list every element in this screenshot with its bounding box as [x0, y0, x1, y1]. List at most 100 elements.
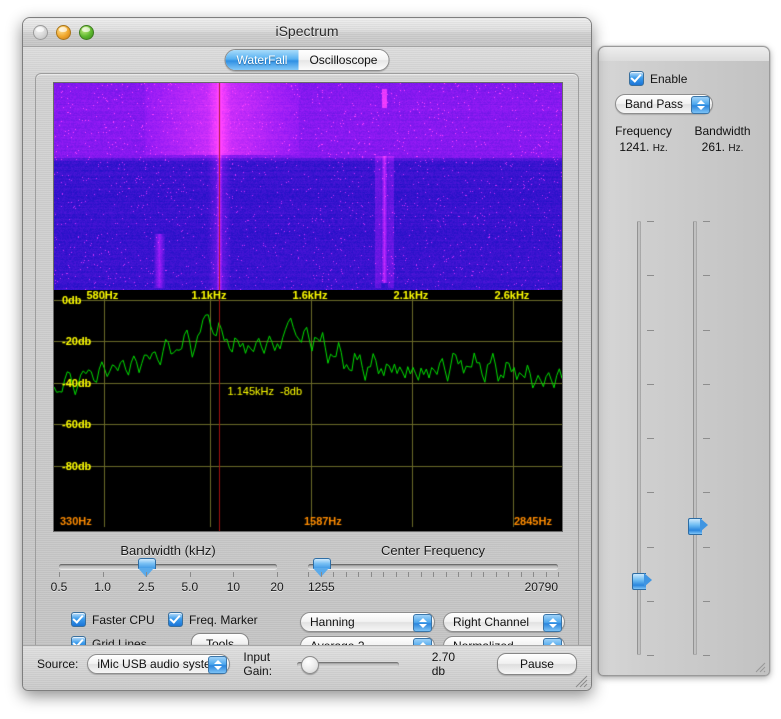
center-frequency-slider-title: Center Frequency: [308, 543, 558, 558]
slider-ticks: [647, 221, 657, 655]
tick: [233, 572, 234, 577]
tick: [703, 492, 710, 493]
filter-enable-label: Enable: [650, 72, 687, 86]
waterfall-plot[interactable]: [54, 83, 562, 290]
spectrum-plot[interactable]: [54, 290, 562, 531]
source-popup[interactable]: iMic USB audio syster: [87, 654, 230, 674]
tick: [703, 330, 710, 331]
filter-frequency-unit: Hz.: [653, 143, 668, 154]
tick: [546, 572, 547, 577]
window-title: iSpectrum: [23, 23, 591, 39]
filter-frequency-title: Frequency: [607, 124, 680, 138]
checkbox-freq-marker[interactable]: Freq. Marker: [168, 612, 258, 627]
slider-track[interactable]: [693, 221, 697, 655]
input-gain-label: Input Gain:: [243, 650, 287, 678]
tick: [647, 330, 654, 331]
bandwidth-slider-ticks: [59, 572, 277, 579]
filter-vertical-sliders: [599, 217, 769, 659]
source-value: iMic USB audio syster: [97, 657, 214, 671]
tick: [647, 601, 654, 602]
tick: [446, 572, 447, 577]
tick: [433, 572, 434, 577]
filter-window: Enable Band Pass Frequency 1241. Hz. Ban…: [598, 46, 770, 676]
tick: [483, 572, 484, 577]
filter-bandwidth-value: 261. Hz.: [686, 140, 759, 154]
bandwidth-tick-label: 10: [227, 580, 240, 594]
tab-group: WaterFall Oscilloscope: [225, 49, 390, 71]
source-label: Source:: [37, 657, 78, 671]
tick: [647, 221, 654, 222]
input-gain-knob[interactable]: [301, 656, 319, 674]
bandwidth-slider-labels: 0.51.02.55.01020: [59, 580, 277, 595]
tick: [471, 572, 472, 577]
filter-bandwidth-title: Bandwidth: [686, 124, 759, 138]
freq-marker-checkbox[interactable]: [168, 612, 183, 627]
window-titlebar[interactable]: iSpectrum: [23, 18, 591, 47]
bandwidth-tick-label: 5.0: [181, 580, 198, 594]
resize-grip-icon[interactable]: [575, 675, 588, 688]
tick: [358, 572, 359, 577]
channel-value: Right Channel: [453, 615, 529, 629]
tick: [703, 275, 710, 276]
bandwidth-tick-label: 2.5: [138, 580, 155, 594]
filter-bandwidth-number: 261.: [702, 140, 725, 154]
tab-oscilloscope[interactable]: Oscilloscope: [298, 50, 388, 70]
slider-thumb[interactable]: [688, 518, 708, 533]
tick: [371, 572, 372, 577]
tick: [703, 655, 710, 656]
filter-enable-checkbox[interactable]: [629, 71, 644, 86]
center-frequency-min-label: 1255: [308, 580, 335, 594]
tick: [647, 275, 654, 276]
tick: [521, 572, 522, 577]
resize-grip-icon[interactable]: [755, 662, 766, 673]
tick: [146, 572, 147, 577]
gain-value: 2.70 db: [432, 650, 462, 678]
filter-bandwidth-unit: Hz.: [728, 143, 743, 154]
checkbox-faster-cpu[interactable]: Faster CPU: [71, 612, 155, 627]
tab-bar: WaterFall Oscilloscope: [23, 47, 591, 73]
tick: [396, 572, 397, 577]
tick: [647, 547, 654, 548]
tick: [346, 572, 347, 577]
chevron-updown-icon: [543, 614, 562, 632]
tick: [496, 572, 497, 577]
filter-enable-checkbox-row[interactable]: Enable: [599, 71, 769, 86]
tick: [647, 384, 654, 385]
center-frequency-slider-track[interactable]: [308, 564, 558, 569]
bandwidth-slider-track[interactable]: [59, 564, 277, 569]
bandwidth-tick-label: 20: [270, 580, 283, 594]
filter-frequency-number: 1241.: [619, 140, 649, 154]
filter-frequency-slider[interactable]: [621, 217, 659, 659]
waterfall-canvas: [54, 83, 562, 290]
tick: [703, 601, 710, 602]
tick: [647, 492, 654, 493]
tick: [103, 572, 104, 577]
channel-popup[interactable]: Right Channel: [443, 612, 565, 632]
tick: [321, 572, 322, 577]
bandwidth-tick-label: 1.0: [94, 580, 111, 594]
display-area[interactable]: [53, 82, 563, 532]
tick: [558, 572, 559, 577]
tick: [703, 547, 710, 548]
tick: [421, 572, 422, 577]
tick: [190, 572, 191, 577]
slider-thumb[interactable]: [632, 573, 652, 588]
tick: [277, 572, 278, 577]
tick: [408, 572, 409, 577]
bandwidth-slider-block: Bandwidth (kHz) 0.51.02.55.01020: [59, 543, 277, 595]
center-frequency-slider-labels: 1255 20790: [308, 580, 558, 595]
tick: [458, 572, 459, 577]
filter-bandwidth-readout: Bandwidth 261. Hz.: [686, 124, 759, 154]
filter-type-popup[interactable]: Band Pass: [615, 94, 713, 114]
chevron-updown-icon: [691, 96, 710, 114]
tick: [703, 384, 710, 385]
tick: [383, 572, 384, 577]
filter-bandwidth-slider[interactable]: [677, 217, 715, 659]
input-gain-slider[interactable]: [297, 662, 399, 667]
window-function-popup[interactable]: Hanning: [300, 612, 435, 632]
pause-button[interactable]: Pause: [497, 653, 577, 675]
faster-cpu-label: Faster CPU: [92, 613, 155, 627]
faster-cpu-checkbox[interactable]: [71, 612, 86, 627]
spectrum-canvas: [54, 290, 562, 531]
tab-waterfall[interactable]: WaterFall: [226, 50, 299, 70]
